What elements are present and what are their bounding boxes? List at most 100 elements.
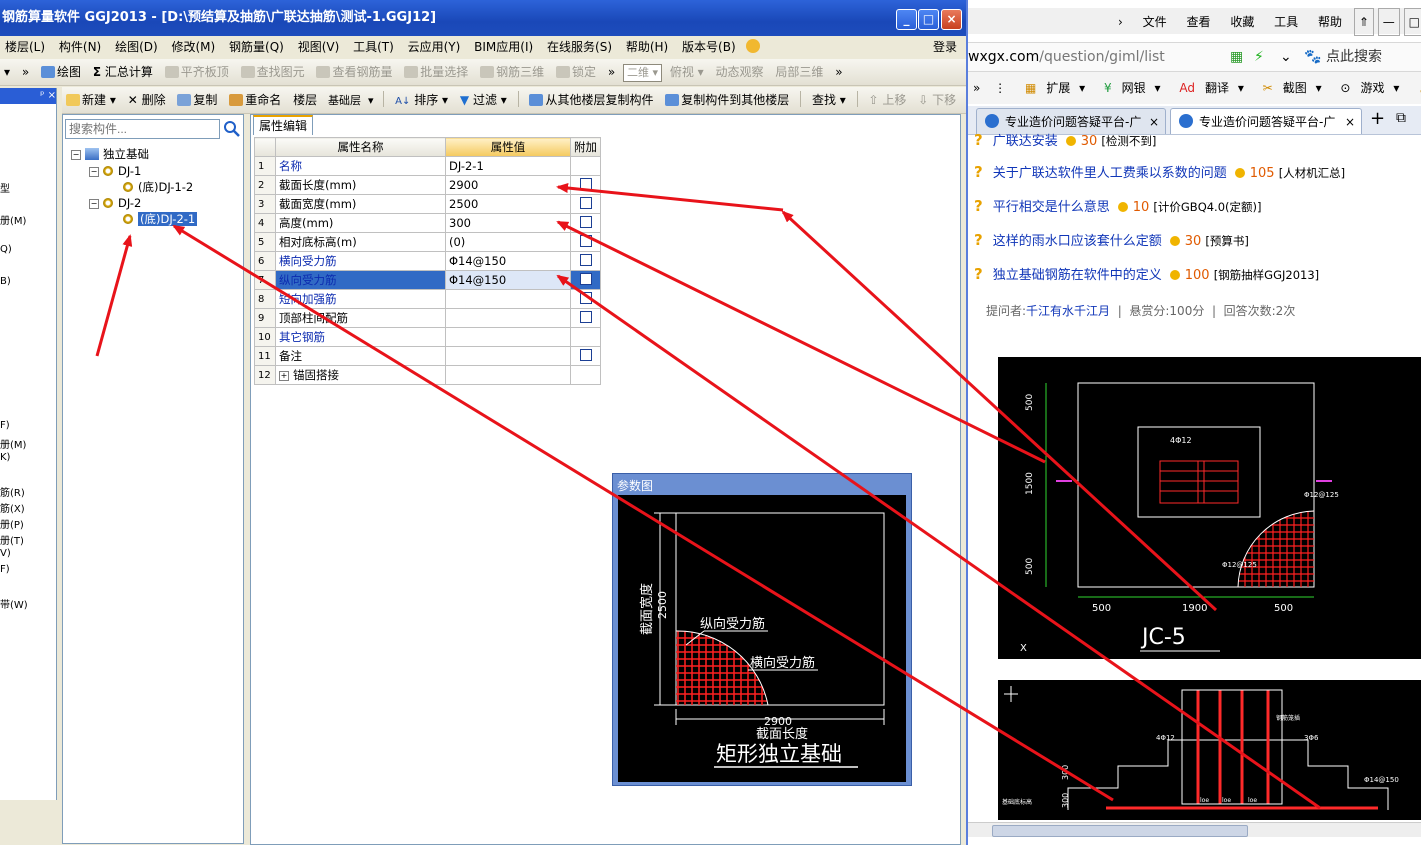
delete-component-button[interactable]: ✕ 删除 xyxy=(124,87,170,113)
menu-help[interactable]: 帮助(H) xyxy=(621,36,673,58)
property-value[interactable]: (0) xyxy=(445,232,571,252)
view-rebar-button[interactable]: 查看钢筋量 xyxy=(312,59,396,85)
question-link[interactable]: 关于广联达软件里人工费乘以系数的问题 xyxy=(993,166,1227,181)
menu-modify[interactable]: 修改(M) xyxy=(167,36,221,58)
left-item[interactable]: 册(M) xyxy=(0,212,26,227)
question-item[interactable]: ? 这样的雨水口应该套什么定额 30 [预算书] xyxy=(974,230,1249,249)
extra-checkbox[interactable] xyxy=(579,216,592,228)
browser-search-hint[interactable]: 点此搜索 xyxy=(1326,43,1382,71)
ext-screenshot[interactable]: ✂ 截图 ▾ xyxy=(1253,72,1327,104)
question-link[interactable]: 广联达安装 xyxy=(993,134,1058,149)
local-3d-button[interactable]: 局部三维 xyxy=(771,59,827,85)
view-mode-select[interactable]: 二维 ▾ xyxy=(622,63,663,82)
rebar-3d-button[interactable]: 钢筋三维 xyxy=(476,59,548,85)
left-item[interactable]: 筋(R) xyxy=(0,484,25,499)
left-panel-pin-close[interactable]: ᵖ × xyxy=(40,90,56,101)
menu-draw[interactable]: 绘图(D) xyxy=(110,36,163,58)
extra-checkbox[interactable] xyxy=(579,292,592,304)
scrollbar-thumb[interactable] xyxy=(992,825,1248,837)
property-row[interactable]: 9 顶部柱间配筋 xyxy=(254,308,601,328)
extra-checkbox[interactable] xyxy=(579,235,592,247)
property-value[interactable] xyxy=(445,308,571,328)
left-item[interactable]: V) xyxy=(0,548,11,559)
property-name[interactable]: 纵向受力筋 xyxy=(275,270,446,290)
left-item[interactable]: 型 xyxy=(0,180,10,195)
left-item[interactable]: F) xyxy=(0,420,10,431)
menu-tools[interactable]: 工具(T) xyxy=(348,36,399,58)
property-row[interactable]: 11 备注 xyxy=(254,346,601,366)
left-item[interactable]: 册(M) xyxy=(0,436,26,451)
property-row[interactable]: 5 相对底标高(m) (0) xyxy=(254,232,601,252)
column-header-extra[interactable]: 附加 xyxy=(570,137,601,157)
left-item[interactable]: 筋(X) xyxy=(0,500,25,515)
property-value[interactable] xyxy=(445,289,571,309)
filter-button[interactable]: ▼ 过滤 ▾ xyxy=(456,87,511,113)
tree-root-node[interactable]: − 独立基础 xyxy=(71,146,149,162)
collapse-icon[interactable]: − xyxy=(89,199,99,209)
property-name[interactable]: 相对底标高(m) xyxy=(275,232,446,252)
menu-online[interactable]: 在线服务(S) xyxy=(542,36,617,58)
batch-select-button[interactable]: 批量选择 xyxy=(400,59,472,85)
property-value[interactable] xyxy=(445,346,571,366)
search-icon[interactable] xyxy=(223,120,241,138)
tree-leaf-dj2-1[interactable]: (底)DJ-2-1 xyxy=(123,211,198,227)
rename-button[interactable]: 重命名 xyxy=(225,87,285,113)
menu-bim[interactable]: BIM应用(I) xyxy=(469,36,538,58)
property-row[interactable]: 12 + 锚固搭接 xyxy=(254,365,601,385)
menu-component[interactable]: 构件(N) xyxy=(54,36,106,58)
left-item[interactable]: K) xyxy=(0,452,10,463)
property-row[interactable]: 6 横向受力筋 Φ14@150 xyxy=(254,251,601,271)
user-avatar-icon[interactable] xyxy=(746,39,761,53)
property-name[interactable]: 其它钢筋 xyxy=(275,327,446,347)
sort-button[interactable]: A↓ 排序 ▾ xyxy=(391,87,452,115)
question-link[interactable]: 这样的雨水口应该套什么定额 xyxy=(993,234,1162,249)
browser-maximize-button[interactable]: □ xyxy=(1403,8,1421,36)
close-button[interactable]: × xyxy=(941,9,962,30)
left-item[interactable]: 带(W) xyxy=(0,596,28,611)
question-link[interactable]: 平行相交是什么意思 xyxy=(993,200,1110,215)
browser-menu-tools[interactable]: 工具 xyxy=(1266,9,1306,35)
sum-calc-button[interactable]: Σ 汇总计算 xyxy=(89,59,157,85)
menu-floor[interactable]: 楼层(L) xyxy=(0,36,50,58)
menu-cloud[interactable]: 云应用(Y) xyxy=(403,36,466,58)
extra-checkbox[interactable] xyxy=(579,311,592,323)
property-value[interactable] xyxy=(445,327,571,347)
property-value[interactable]: 300 xyxy=(445,213,571,233)
question-item[interactable]: ? 关于广联达软件里人工费乘以系数的问题 105 [人材机汇总] xyxy=(974,162,1345,181)
property-name[interactable]: 截面宽度(mm) xyxy=(275,194,446,214)
property-name[interactable]: 高度(mm) xyxy=(275,213,446,233)
ext-overflow-icon[interactable]: » xyxy=(968,72,985,104)
asker-link[interactable]: 千江有水千江月 xyxy=(1026,304,1110,318)
extra-checkbox[interactable] xyxy=(579,254,592,266)
property-value[interactable]: Φ14@150 xyxy=(445,251,571,271)
left-item[interactable]: F) xyxy=(0,564,10,575)
copy-to-floor-button[interactable]: 复制构件到其他楼层 xyxy=(661,87,793,113)
property-row[interactable]: 4 高度(mm) 300 xyxy=(254,213,601,233)
property-row[interactable]: 10 其它钢筋 xyxy=(254,327,601,347)
ext-extensions[interactable]: ▦ 扩展 ▾ xyxy=(1015,72,1090,104)
property-row[interactable]: 2 截面长度(mm) 2900 xyxy=(254,175,601,195)
find-element-button[interactable]: 查找图元 xyxy=(237,59,309,85)
tree-leaf-dj1-2[interactable]: (底)DJ-1-2 xyxy=(123,179,193,195)
extra-checkbox[interactable] xyxy=(579,349,592,361)
question-item[interactable]: ? 广联达安装 30 [检测不到] xyxy=(974,130,1156,149)
tab-property-edit[interactable]: 属性编辑 xyxy=(253,115,313,135)
search-engine-icon[interactable]: 🐾 xyxy=(1304,43,1321,71)
property-name[interactable]: 横向受力筋 xyxy=(275,251,446,271)
maximize-button[interactable]: □ xyxy=(918,9,939,30)
minimize-button[interactable]: _ xyxy=(896,9,917,30)
copy-component-button[interactable]: 复制 xyxy=(173,87,221,113)
left-item[interactable]: Q) xyxy=(0,244,12,255)
browser-nav-arrow-icon[interactable]: › xyxy=(968,9,1131,35)
new-tab-plus-icon[interactable]: + xyxy=(1370,108,1385,129)
top-view-button[interactable]: 俯视 ▾ xyxy=(666,59,708,85)
property-value[interactable]: Φ14@150 xyxy=(445,270,571,290)
property-name[interactable]: 名称 xyxy=(275,156,446,176)
browser-menu-file[interactable]: 文件 xyxy=(1135,9,1175,35)
lightning-icon[interactable]: ⚡ xyxy=(1254,43,1264,71)
collapse-icon[interactable]: − xyxy=(89,167,99,177)
menu-view[interactable]: 视图(V) xyxy=(293,36,345,58)
collapse-icon[interactable]: − xyxy=(71,150,81,160)
property-row[interactable]: 1 名称 DJ-2-1 xyxy=(254,156,601,176)
property-value[interactable] xyxy=(445,365,571,385)
